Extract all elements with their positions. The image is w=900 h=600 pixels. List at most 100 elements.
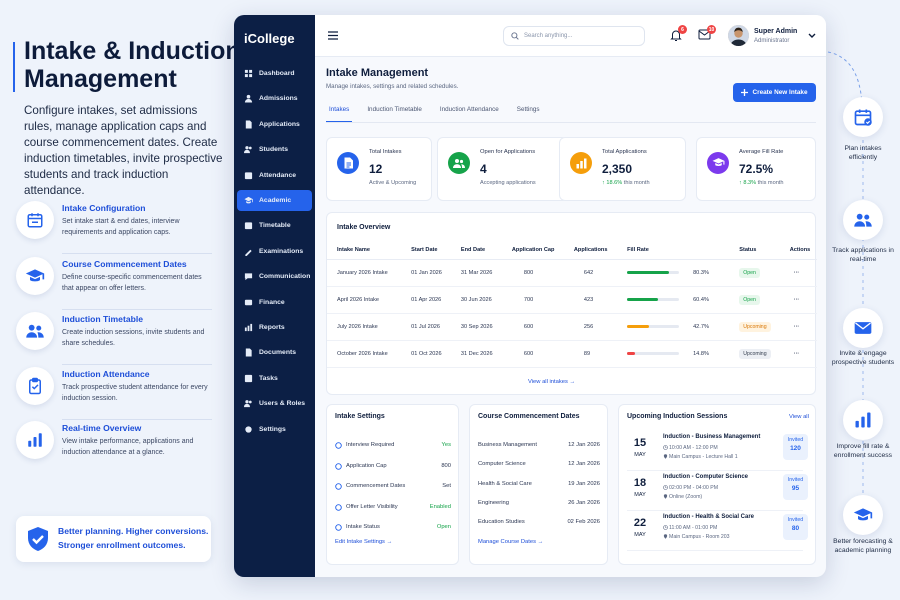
setting-label: Interview Required xyxy=(346,442,395,448)
sidebar-item-documents[interactable]: Documents xyxy=(237,342,312,363)
cell-status: Upcoming xyxy=(729,313,780,341)
row-actions-button[interactable]: ··· xyxy=(779,313,817,341)
sidebar-item-students[interactable]: Students xyxy=(237,139,312,160)
row-actions-button[interactable]: ··· xyxy=(779,286,817,314)
sidebar-item-academic[interactable]: Academic xyxy=(237,190,312,211)
promo-description: Configure intakes, set admissions rules,… xyxy=(24,104,223,197)
feature-induction-timetable: Induction Timetable Create induction ses… xyxy=(16,312,216,365)
section-title: Course Commencement Dates xyxy=(478,413,580,420)
callout-line-2: Stronger enrollment outcomes. xyxy=(58,540,186,550)
commencement-date: 02 Feb 2026 xyxy=(567,519,600,526)
session-item[interactable]: 18 MAY Induction - Computer Science 02:00 P… xyxy=(627,474,808,511)
tab-induction-timetable[interactable]: Induction Timetable xyxy=(364,104,425,122)
cell-fill-rate: 14.8% xyxy=(617,340,730,368)
sidebar-item-reports[interactable]: Reports xyxy=(237,317,312,338)
sidebar-item-tasks[interactable]: Tasks xyxy=(237,368,312,389)
create-new-intake-button[interactable]: Create New Intake xyxy=(733,83,816,102)
course-name: Education Studies xyxy=(478,519,525,526)
sidebar-item-label: Tasks xyxy=(259,374,278,382)
fill-rate-value: 60.4% xyxy=(693,296,709,303)
row-actions-button[interactable]: ··· xyxy=(779,340,817,368)
avatar[interactable] xyxy=(728,25,749,46)
sidebar-item-label: Dashboard xyxy=(259,70,295,77)
course-name: Business Management xyxy=(478,442,537,448)
table-row[interactable]: April 2026 Intake 01 Apr 2026 30 Jun 2026 7… xyxy=(327,286,817,314)
tab-intakes[interactable]: Intakes xyxy=(326,104,353,122)
table-row[interactable]: January 2026 Intake 01 Jan 2026 31 Mar 202… xyxy=(327,259,817,287)
divider xyxy=(62,364,212,365)
feature-desc: View intake performance, applications an… xyxy=(62,438,194,456)
sidebar-item-users-roles[interactable]: Users & Roles xyxy=(237,393,312,414)
manage-course-dates-link[interactable]: Manage Course Dates → xyxy=(478,539,543,545)
fill-rate-bar xyxy=(627,297,680,301)
intake-overview-card: Intake Overview Intake Name Start Date End… xyxy=(326,212,817,395)
kpi-sub: Active & Upcoming xyxy=(369,180,417,186)
column-header: Applications xyxy=(563,241,618,260)
session-day: 15 xyxy=(633,437,647,449)
column-header: Application Cap xyxy=(501,241,564,260)
session-item[interactable]: 22 MAY Induction - Health & Social Care 11:… xyxy=(627,514,808,551)
kpi-sub: Accepting applications xyxy=(480,180,536,186)
chevron-down-icon[interactable] xyxy=(808,33,816,39)
session-name: Induction - Health & Social Care xyxy=(663,514,755,520)
view-all-intakes-link[interactable]: View all intakes → xyxy=(528,379,575,385)
sidebar-item-applications[interactable]: Applications xyxy=(237,114,312,135)
sidebar-item-admissions[interactable]: Admissions xyxy=(237,88,312,109)
messages-button[interactable]: 10 xyxy=(698,25,716,40)
tasks-icon xyxy=(244,374,253,383)
fill-rate-bar-fill xyxy=(627,324,650,328)
tab-settings[interactable]: Settings xyxy=(514,104,543,122)
sidebar-item-communication[interactable]: Communication xyxy=(237,266,312,287)
commencement-date: 12 Jan 2026 xyxy=(568,461,600,468)
status-icon xyxy=(335,524,342,532)
feature-desc: Set intake start & end dates, interview … xyxy=(62,218,180,236)
users-icon xyxy=(843,200,883,240)
view-all-sessions-link[interactable]: View all xyxy=(789,414,809,420)
table-row[interactable]: July 2026 Intake 01 Jul 2026 30 Sep 2026 60… xyxy=(327,313,817,341)
calendar-icon xyxy=(16,201,54,239)
setting-label: Commencement Dates xyxy=(346,483,406,490)
cell-intake-name: July 2026 Intake xyxy=(327,313,402,341)
search-input[interactable]: Search anything... xyxy=(503,26,645,46)
kpi-label: Total Applications xyxy=(602,149,647,155)
edit-intake-settings-link[interactable]: Edit Intake Settings → xyxy=(335,539,392,545)
session-item[interactable]: 15 MAY Induction - Business Management 10:0… xyxy=(627,434,808,471)
accent-bar xyxy=(13,42,15,92)
setting-label: Application Cap xyxy=(346,462,387,469)
hamburger-menu-icon[interactable] xyxy=(328,31,338,40)
session-day: 18 xyxy=(633,477,647,489)
app-window: iCollege Dashboard Admissions Applications… xyxy=(234,15,826,577)
session-time: 11:00 AM - 01:00 PM xyxy=(669,525,718,531)
cell-applications: 642 xyxy=(563,259,618,287)
fill-rate-bar-fill xyxy=(627,270,669,274)
rail-caption: Better forecasting & academic planning xyxy=(833,538,893,554)
promo-title: Intake & Induction Management xyxy=(24,37,241,93)
kpi-open-for-applications: Open for Applications 4 Accepting applic… xyxy=(437,137,568,201)
sidebar-item-examinations[interactable]: Examinations xyxy=(237,241,312,262)
graduation-cap-icon xyxy=(843,495,883,535)
clock-icon xyxy=(663,445,668,450)
sidebar-item-label: Finance xyxy=(259,298,285,306)
sidebar-item-attendance[interactable]: Attendance xyxy=(237,165,312,186)
notifications-button[interactable]: 6 xyxy=(670,25,687,42)
finance-icon xyxy=(244,298,253,307)
sidebar-item-label: Communication xyxy=(259,273,311,281)
cell-start-date: 01 Oct 2026 xyxy=(401,340,451,368)
page-title: Intake Management xyxy=(326,67,429,79)
course-name: Computer Science xyxy=(478,461,526,468)
commencement-date: 12 Jan 2026 xyxy=(568,442,600,448)
sidebar-item-settings[interactable]: Settings xyxy=(237,419,312,440)
status-badge: Open xyxy=(739,294,760,305)
sidebar-item-dashboard[interactable]: Dashboard xyxy=(237,63,312,84)
sidebar-item-timetable[interactable]: Timetable xyxy=(237,215,312,236)
feature-title: Intake Configuration xyxy=(62,203,146,213)
sidebar-item-finance[interactable]: Finance xyxy=(237,292,312,313)
course-name: Health & Social Care xyxy=(478,480,532,487)
table-row[interactable]: October 2026 Intake 01 Oct 2026 31 Dec 202… xyxy=(327,340,817,368)
divider xyxy=(62,253,212,254)
app-logo[interactable]: iCollege xyxy=(244,31,295,46)
setting-value: Set xyxy=(442,483,451,490)
timetable-icon xyxy=(244,221,253,230)
tab-induction-attendance[interactable]: Induction Attendance xyxy=(437,104,502,122)
row-actions-button[interactable]: ··· xyxy=(779,259,817,287)
